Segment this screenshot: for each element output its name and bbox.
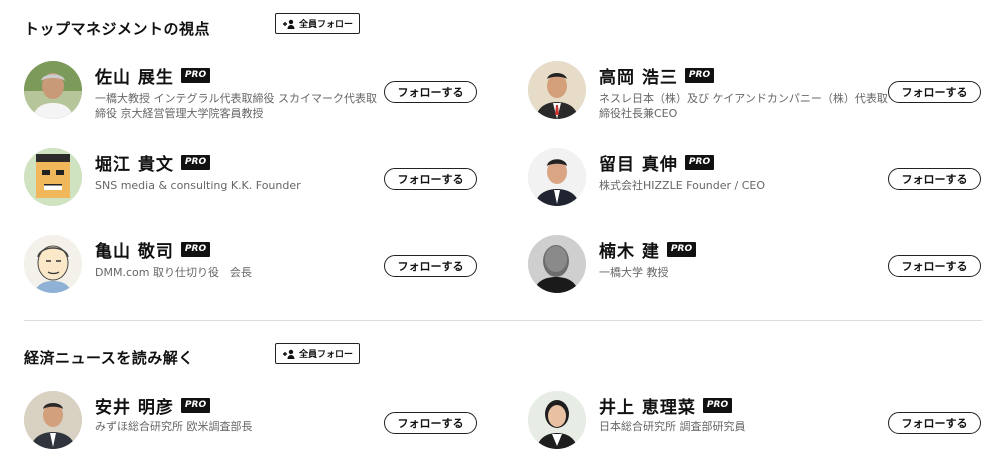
person-name[interactable]: 高岡 浩三 (599, 63, 678, 88)
person-card: 留目 真伸 PRO 株式会社HIZZLE Founder / CEO フォローする (528, 148, 998, 218)
follow-button[interactable]: フォローする (384, 255, 477, 277)
follow-button[interactable]: フォローする (888, 81, 981, 103)
pro-badge: PRO (180, 241, 211, 257)
follow-button[interactable]: フォローする (888, 168, 981, 190)
pro-badge: PRO (702, 397, 733, 413)
person-description: ネスレ日本（株）及び ケイアンドカンパニー（株）代表取締役社長兼CEO (599, 92, 888, 120)
person-name[interactable]: 楠木 建 (599, 237, 660, 262)
avatar[interactable] (528, 148, 586, 206)
follow-all-button[interactable]: 全員フォロー (275, 13, 361, 34)
person-description: 日本総合研究所 調査部研究員 (599, 420, 746, 433)
person-description: SNS media & consulting K.K. Founder (95, 179, 301, 192)
pro-badge: PRO (180, 154, 211, 170)
pro-badge: PRO (180, 397, 211, 413)
follow-button[interactable]: フォローする (888, 412, 981, 434)
section-title-economic-news: 経済ニュースを読み解く (24, 349, 194, 367)
person-description: 一橋大学 教授 (599, 266, 669, 279)
avatar[interactable] (528, 235, 586, 293)
avatar[interactable] (24, 391, 82, 449)
person-description: みずほ総合研究所 欧米調査部長 (95, 420, 253, 433)
add-user-icon (282, 19, 296, 29)
person-name[interactable]: 亀山 敬司 (95, 237, 174, 262)
follow-button[interactable]: フォローする (384, 412, 477, 434)
person-description: 一橋大教授 インテグラル代表取締役 スカイマーク代表取締役 京大経営管理大学院客… (95, 92, 377, 120)
pro-badge: PRO (684, 154, 715, 170)
person-name[interactable]: 井上 恵理菜 (599, 393, 696, 418)
person-card: 堀江 貴文 PRO SNS media & consulting K.K. Fou… (24, 148, 494, 218)
person-card: 井上 恵理菜 PRO 日本総合研究所 調査部研究員 フォローする (528, 391, 998, 461)
person-name[interactable]: 留目 真伸 (599, 150, 678, 175)
add-user-icon (282, 349, 296, 359)
avatar[interactable] (24, 148, 82, 206)
follow-button[interactable]: フォローする (384, 81, 477, 103)
person-name[interactable]: 堀江 貴文 (95, 150, 174, 175)
person-name[interactable]: 佐山 展生 (95, 63, 174, 88)
pro-badge: PRO (666, 241, 697, 257)
follow-all-label: 全員フォロー (299, 20, 354, 30)
person-description: 株式会社HIZZLE Founder / CEO (599, 179, 766, 192)
person-card: 佐山 展生 PRO 一橋大教授 インテグラル代表取締役 スカイマーク代表取締役 京… (24, 61, 494, 131)
follow-button[interactable]: フォローする (888, 255, 981, 277)
person-description: DMM.com 取り仕切り役 会長 (95, 266, 252, 279)
avatar[interactable] (528, 61, 586, 119)
follow-all-label: 全員フォロー (299, 350, 354, 360)
person-card: 安井 明彦 PRO みずほ総合研究所 欧米調査部長 フォローする (24, 391, 494, 461)
follow-button[interactable]: フォローする (384, 168, 477, 190)
person-card: 楠木 建 PRO 一橋大学 教授 フォローする (528, 235, 998, 305)
follow-all-button[interactable]: 全員フォロー (275, 343, 361, 364)
person-card: 高岡 浩三 PRO ネスレ日本（株）及び ケイアンドカンパニー（株）代表取締役社長… (528, 61, 998, 131)
person-name[interactable]: 安井 明彦 (95, 393, 174, 418)
section-divider (24, 320, 982, 321)
pro-badge: PRO (180, 67, 211, 83)
avatar[interactable] (528, 391, 586, 449)
person-card: 亀山 敬司 PRO DMM.com 取り仕切り役 会長 フォローする (24, 235, 494, 305)
pro-badge: PRO (684, 67, 715, 83)
avatar[interactable] (24, 61, 82, 119)
section-title-top-management: トップマネジメントの視点 (24, 20, 211, 38)
avatar[interactable] (24, 235, 82, 293)
